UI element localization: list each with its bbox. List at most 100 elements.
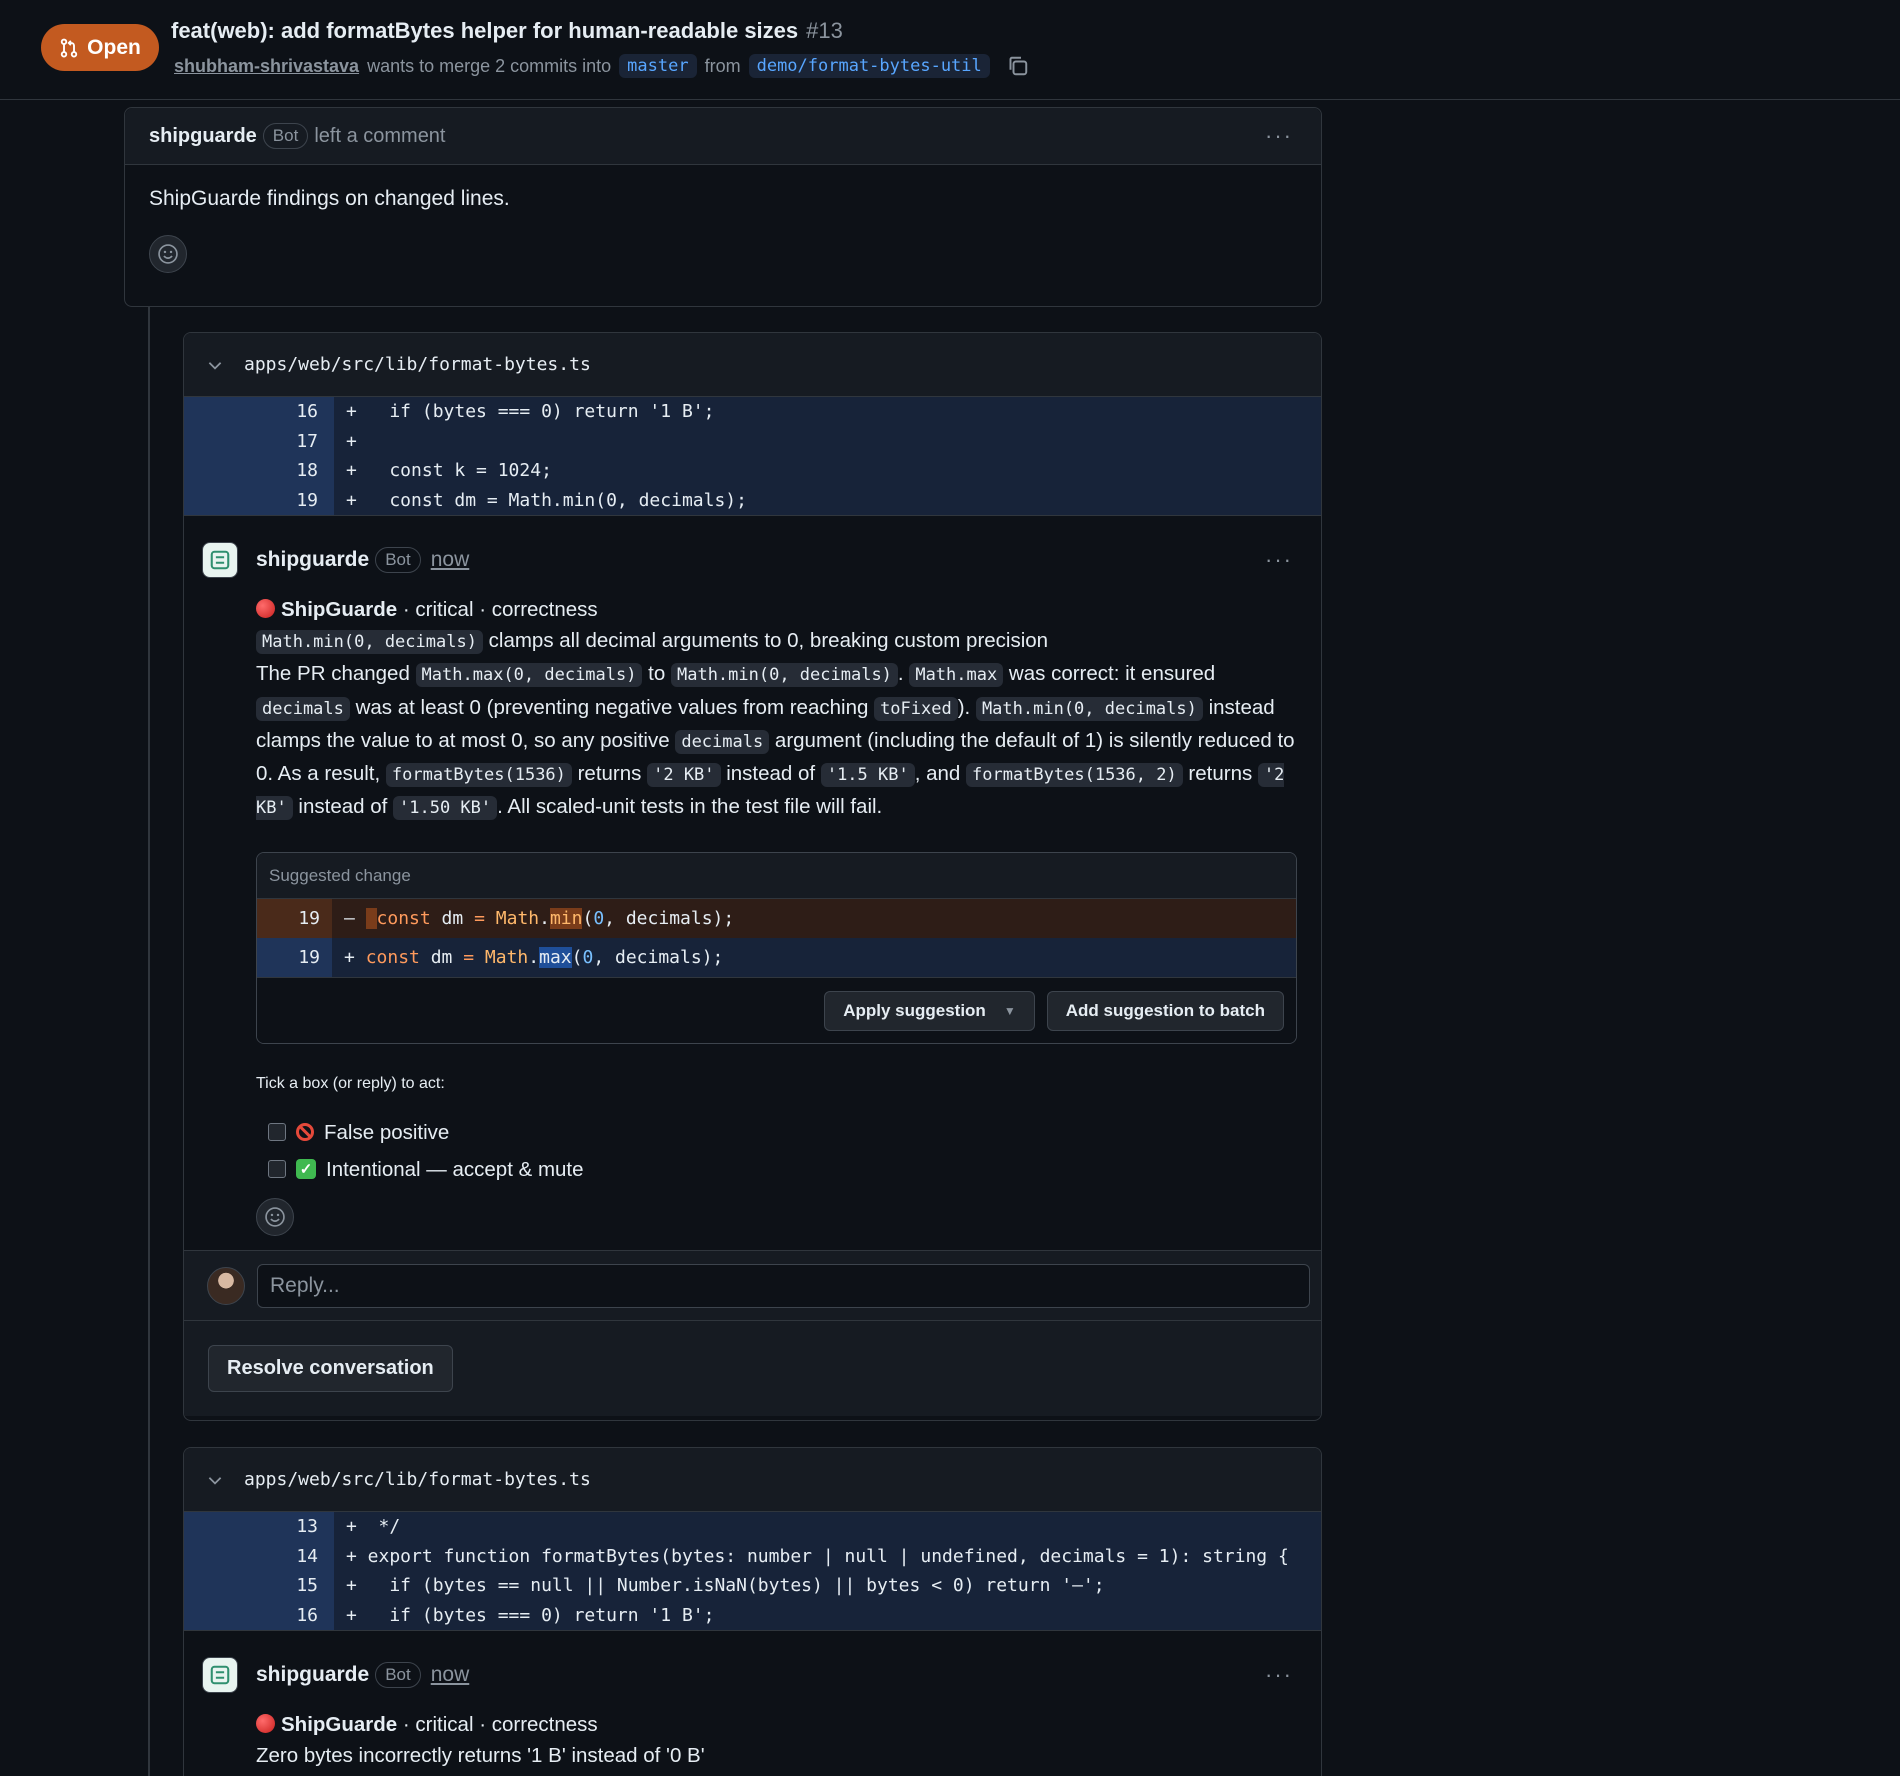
add-reaction-button[interactable]: [256, 1197, 294, 1236]
intentional-checkbox[interactable]: [268, 1160, 286, 1179]
inline-code: formatBytes(1536): [385, 763, 572, 788]
finding-title: ShipGuarde · critical · correctness: [256, 1709, 1299, 1740]
pr-title-text: feat(web): add formatBytes helper for hu…: [171, 18, 799, 43]
resolve-row: Resolve conversation: [184, 1319, 1321, 1416]
review-comment-card: shipguarde Bot left a comment ··· ShipGu…: [124, 107, 1322, 307]
text: .: [897, 662, 910, 686]
pr-meta: shubham-shrivastava wants to merge 2 com…: [174, 54, 1030, 78]
line-number: 19: [184, 485, 334, 515]
apply-suggestion-label: Apply suggestion: [843, 1000, 986, 1020]
diff-line: 17 +: [184, 426, 1321, 456]
no-entry-icon: [296, 1123, 314, 1142]
chevron-down-icon[interactable]: [206, 356, 224, 374]
inline-code: '2 KB': [647, 763, 721, 788]
inline-code: Math.max(0, decimals): [415, 663, 643, 688]
review-comment-body: ShipGuarde findings on changed lines.: [125, 165, 1321, 295]
finding-brand: ShipGuarde: [281, 1713, 398, 1736]
intentional-label: Intentional — accept & mute: [326, 1157, 584, 1181]
bot-avatar[interactable]: [202, 1657, 238, 1693]
comment-author[interactable]: shipguarde: [256, 1663, 369, 1687]
timeline-line: [148, 306, 150, 1776]
line-number: 19: [257, 938, 332, 978]
inline-code: Math.min(0, decimals): [670, 663, 898, 688]
suggested-change-box: Suggested change 19 – const dm = Math.mi…: [256, 852, 1297, 1045]
text: The PR changed: [256, 662, 416, 686]
diff-line: 18 + const k = 1024;: [184, 456, 1321, 486]
suggestion-actions: Apply suggestion ▼ Add suggestion to batc…: [257, 977, 1296, 1044]
smiley-icon: [265, 1206, 285, 1227]
diff-hunk: 16 + if (bytes === 0) return '1 B'; 17 + 1…: [184, 397, 1321, 515]
suggestion-deleted-line: 19 – const dm = Math.min(0, decimals);: [257, 899, 1296, 939]
line-code: + export function formatBytes(bytes: num…: [346, 1545, 1289, 1567]
diff-line: 16 + if (bytes === 0) return '1 B';: [184, 1600, 1321, 1630]
text: to: [642, 662, 671, 686]
comment-text: ShipGuarde findings on changed lines.: [149, 187, 510, 210]
pr-number: #13: [806, 18, 843, 43]
more-options-icon[interactable]: ···: [1265, 1662, 1293, 1688]
text: was correct: it ensured: [1003, 662, 1216, 686]
finding-summary: Math.min(0, decimals) clamps all decimal…: [256, 625, 1299, 658]
thread-comment-header: shipguarde Bot now ···: [184, 1655, 1321, 1695]
file-path[interactable]: apps/web/src/lib/format-bytes.ts: [244, 354, 591, 375]
pr-author-link[interactable]: shubham-shrivastava: [174, 56, 359, 77]
thread-comment: shipguarde Bot now ··· ShipGuarde · crit…: [184, 1630, 1321, 1771]
inline-code: Math.min(0, decimals): [975, 696, 1203, 721]
comment-timestamp[interactable]: now: [431, 1663, 470, 1687]
reply-input[interactable]: Reply...: [257, 1263, 1310, 1308]
copy-icon[interactable]: [1006, 54, 1030, 78]
text: was at least 0 (preventing negative valu…: [349, 695, 875, 719]
user-avatar[interactable]: [207, 1266, 245, 1305]
text: instead of: [720, 762, 821, 786]
bot-avatar[interactable]: [202, 542, 238, 578]
line-code: + if (bytes === 0) return '1 B';: [346, 401, 715, 423]
red-circle-icon: [256, 599, 275, 618]
line-number: 16: [184, 1600, 334, 1630]
resolve-conversation-button[interactable]: Resolve conversation: [208, 1344, 453, 1392]
git-pull-request-icon: [60, 38, 78, 57]
line-code: + const k = 1024;: [346, 460, 552, 482]
text: returns: [571, 762, 648, 786]
more-options-icon[interactable]: ···: [1265, 547, 1293, 573]
file-path[interactable]: apps/web/src/lib/format-bytes.ts: [244, 1469, 591, 1490]
caret-down-icon[interactable]: ▼: [1004, 1004, 1016, 1018]
comment-timestamp[interactable]: now: [431, 548, 470, 572]
false-positive-option[interactable]: False positive: [268, 1114, 1299, 1151]
comment-author[interactable]: shipguarde: [256, 548, 369, 572]
base-branch[interactable]: master: [619, 54, 697, 78]
line-number: 18: [184, 456, 334, 486]
add-to-batch-button[interactable]: Add suggestion to batch: [1046, 990, 1284, 1031]
line-number: 16: [184, 397, 334, 427]
thread-file-header[interactable]: apps/web/src/lib/format-bytes.ts: [184, 333, 1321, 397]
line-code: + if (bytes === 0) return '1 B';: [346, 1604, 715, 1626]
false-positive-checkbox[interactable]: [268, 1123, 286, 1142]
more-options-icon[interactable]: ···: [1265, 123, 1293, 149]
apply-suggestion-button[interactable]: Apply suggestion ▼: [824, 990, 1035, 1031]
finding-body: ShipGuarde · critical · correctness Zero…: [184, 1709, 1321, 1771]
shipguarde-logo-icon: [210, 1665, 230, 1685]
add-reaction-button[interactable]: [149, 235, 187, 273]
diff-line: 15 + if (bytes == null || Number.isNaN(by…: [184, 1571, 1321, 1601]
inline-code: formatBytes(1536, 2): [966, 763, 1183, 788]
text: , and: [914, 762, 967, 786]
inline-code: toFixed: [874, 696, 958, 721]
head-branch[interactable]: demo/format-bytes-util: [748, 54, 990, 78]
finding-severity: · critical · correctness: [397, 1713, 598, 1736]
line-number: 13: [184, 1512, 334, 1542]
chevron-down-icon[interactable]: [206, 1471, 224, 1489]
act-options: False positive ✓ Intentional — accept & …: [256, 1114, 1299, 1188]
bot-badge: Bot: [262, 123, 309, 149]
inline-code: decimals: [675, 729, 770, 754]
comment-author[interactable]: shipguarde: [149, 125, 257, 148]
review-comment-header: shipguarde Bot left a comment ···: [125, 108, 1321, 165]
line-number: 17: [184, 426, 334, 456]
line-code: + */: [346, 1516, 401, 1538]
suggested-change-label: Suggested change: [257, 853, 1296, 900]
finding-title: ShipGuarde · critical · correctness: [256, 594, 1299, 625]
inline-code: '1.5 KB': [820, 763, 915, 788]
line-number: 15: [184, 1571, 334, 1601]
thread-file-header[interactable]: apps/web/src/lib/format-bytes.ts: [184, 1448, 1321, 1512]
intentional-option[interactable]: ✓ Intentional — accept & mute: [268, 1151, 1299, 1188]
diff-line: 19 + const dm = Math.min(0, decimals);: [184, 485, 1321, 515]
thread-comment-header: shipguarde Bot now ···: [184, 540, 1321, 580]
line-code: + if (bytes == null || Number.isNaN(byte…: [346, 1575, 1105, 1597]
